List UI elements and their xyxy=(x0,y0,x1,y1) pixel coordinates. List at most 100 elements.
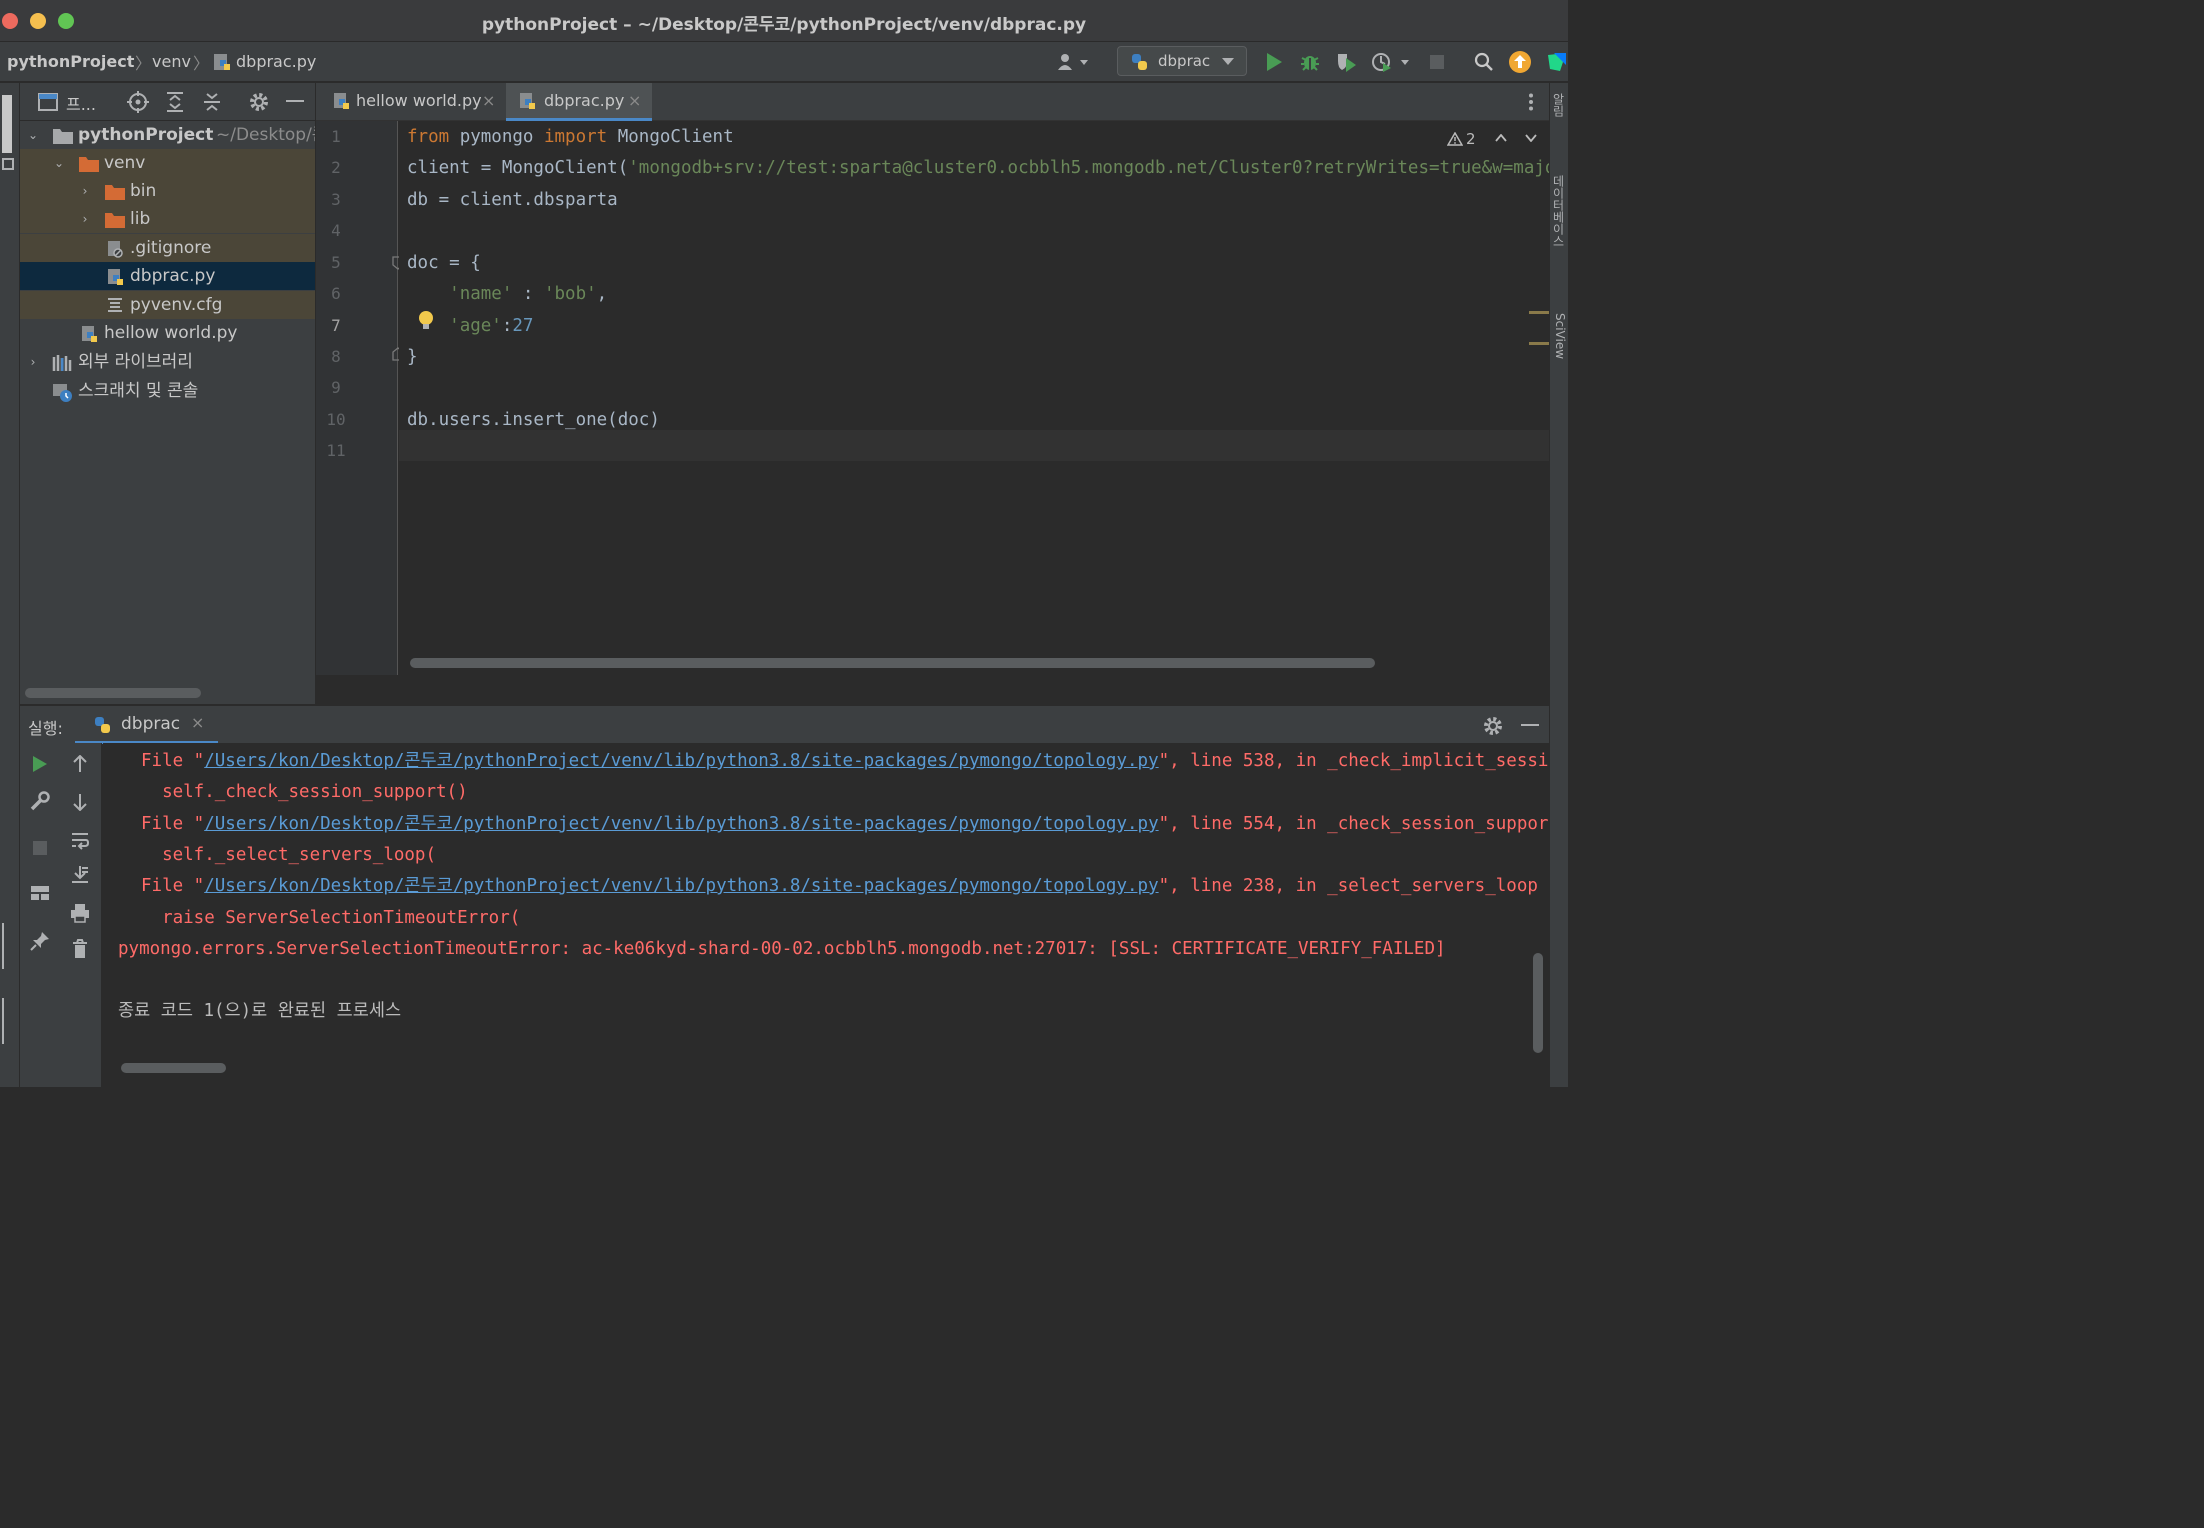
traceback-text: File " xyxy=(141,814,205,834)
profiler-icon[interactable] xyxy=(1370,50,1412,74)
search-icon[interactable] xyxy=(1472,50,1496,74)
file-link[interactable]: /Users/kon/Desktop/콘두코/pythonProject/ven… xyxy=(204,814,1158,834)
tree-item-project-root[interactable]: ⌄ pythonProject ~/Desktop/콘 xyxy=(20,121,315,149)
wrench-icon[interactable] xyxy=(30,791,50,811)
ignored-file-icon xyxy=(106,240,124,258)
number-literal: 27 xyxy=(512,316,534,336)
run-icon[interactable] xyxy=(1262,50,1286,74)
python-icon xyxy=(93,716,113,734)
trash-icon[interactable] xyxy=(72,939,88,959)
run-console[interactable]: File "/Users/kon/Desktop/콘두코/pythonProje… xyxy=(103,743,1549,1087)
warning-stripe[interactable] xyxy=(1529,342,1549,345)
console-vertical-scrollbar[interactable] xyxy=(1533,953,1543,1053)
expand-all-icon[interactable] xyxy=(165,91,185,113)
breadcrumb-separator: 〉 xyxy=(135,54,152,73)
debug-icon[interactable] xyxy=(1298,50,1322,74)
run-tab-dbprac[interactable]: dbprac × xyxy=(75,706,218,744)
line-number: 10 xyxy=(326,410,346,429)
gear-icon[interactable] xyxy=(248,91,270,113)
file-link[interactable]: /Users/kon/Desktop/콘두코/pythonProject/ven… xyxy=(204,876,1158,896)
project-panel-title[interactable]: 프... xyxy=(66,91,96,115)
code-line-2: client = MongoClient('mongodb+srv://test… xyxy=(407,153,1549,184)
notifications-tool-button[interactable]: 알림 xyxy=(1553,93,1567,153)
tree-item-lib[interactable]: › lib xyxy=(20,205,315,233)
structure-tool-button[interactable] xyxy=(2,923,14,969)
close-icon[interactable]: × xyxy=(482,83,495,119)
close-icon[interactable]: × xyxy=(628,83,641,119)
pin-icon[interactable] xyxy=(30,931,50,951)
keyword: import xyxy=(543,127,608,147)
chevron-down-icon[interactable]: ⌄ xyxy=(52,149,66,177)
tree-item-external-libraries[interactable]: › 외부 라이브러리 xyxy=(20,348,315,376)
scroll-to-end-icon[interactable] xyxy=(70,865,90,885)
line-number: 8 xyxy=(331,347,341,366)
gear-icon[interactable] xyxy=(1482,715,1504,737)
run-configuration-selector[interactable]: dbprac xyxy=(1117,46,1247,76)
tree-item-bin[interactable]: › bin xyxy=(20,177,315,205)
tree-item-gitignore[interactable]: .gitignore xyxy=(20,234,315,262)
arrow-up-icon[interactable] xyxy=(72,755,88,773)
close-icon[interactable]: × xyxy=(191,713,204,732)
code-text: : xyxy=(512,284,544,304)
chevron-down-icon[interactable]: ⌄ xyxy=(26,121,40,149)
project-panel-toolbar: 프... xyxy=(20,83,315,121)
tree-item-dbprac[interactable]: dbprac.py xyxy=(20,262,315,290)
code-editor[interactable]: from pymongo import MongoClient client =… xyxy=(399,121,1549,675)
breadcrumb-project[interactable]: pythonProject xyxy=(7,52,134,71)
editor-horizontal-scrollbar[interactable] xyxy=(410,658,1375,668)
stop-icon[interactable] xyxy=(32,840,48,856)
folder-icon xyxy=(52,127,74,145)
bookmarks-tool-button[interactable] xyxy=(2,998,14,1044)
tree-item-hellow-world[interactable]: hellow world.py xyxy=(20,319,315,347)
tree-item-scratches[interactable]: 스크래치 및 콘솔 xyxy=(20,377,315,405)
hide-panel-icon[interactable] xyxy=(286,100,304,102)
console-horizontal-scrollbar[interactable] xyxy=(121,1063,226,1073)
tab-hellow-world[interactable]: hellow world.py × xyxy=(320,83,500,121)
run-tab-label: dbprac xyxy=(121,714,181,734)
arrow-down-icon[interactable] xyxy=(72,793,88,811)
stop-icon[interactable] xyxy=(1425,50,1449,74)
inspection-widget[interactable]: 2 xyxy=(1447,129,1476,149)
config-file-icon xyxy=(106,297,124,315)
breadcrumb-venv[interactable]: venv xyxy=(152,52,191,71)
line-number: 1 xyxy=(331,127,341,146)
previous-highlight-icon[interactable] xyxy=(1495,134,1507,142)
line-number: 6 xyxy=(331,284,341,303)
file-link[interactable]: /Users/kon/Desktop/콘두코/pythonProject/ven… xyxy=(204,751,1158,771)
library-icon xyxy=(52,354,74,372)
warning-stripe[interactable] xyxy=(1529,311,1549,314)
code-text: : xyxy=(501,316,513,336)
chevron-right-icon[interactable]: › xyxy=(78,205,92,233)
sciview-tool-button[interactable]: SciView xyxy=(1553,313,1567,393)
database-tool-button[interactable]: 데이터베이스 xyxy=(1553,175,1567,295)
traceback-code-line: self._check_session_support() xyxy=(141,782,468,802)
jetbrains-logo-icon[interactable] xyxy=(1545,50,1568,74)
project-tool-window-button[interactable] xyxy=(2,95,12,153)
folder-icon xyxy=(104,183,126,201)
tab-dbprac[interactable]: dbprac.py × xyxy=(506,83,652,121)
chevron-right-icon[interactable]: › xyxy=(26,348,40,376)
update-icon[interactable] xyxy=(1508,50,1532,74)
vcs-user-icon[interactable] xyxy=(1054,50,1094,74)
rerun-icon[interactable] xyxy=(32,755,48,773)
project-tree-scrollbar[interactable] xyxy=(25,688,201,698)
layout-icon[interactable] xyxy=(30,885,50,901)
locate-file-icon[interactable] xyxy=(127,91,149,113)
chevron-right-icon[interactable]: › xyxy=(78,177,92,205)
soft-wrap-icon[interactable] xyxy=(70,830,90,850)
breadcrumb-file[interactable]: dbprac.py xyxy=(236,52,316,71)
next-highlight-icon[interactable] xyxy=(1525,134,1537,142)
warning-icon xyxy=(1447,132,1463,146)
tree-item-label: hellow world.py xyxy=(104,323,238,343)
hide-panel-icon[interactable] xyxy=(1521,724,1539,726)
coverage-icon[interactable] xyxy=(1334,50,1358,74)
tree-item-pyvenv[interactable]: pyvenv.cfg xyxy=(20,291,315,319)
tree-item-label: venv xyxy=(104,153,146,173)
print-icon[interactable] xyxy=(70,903,90,923)
lightbulb-icon[interactable] xyxy=(417,310,435,332)
tree-item-venv[interactable]: ⌄ venv xyxy=(20,149,315,177)
collapse-all-icon[interactable] xyxy=(202,91,222,113)
folder-icon xyxy=(104,211,126,229)
more-options-icon[interactable] xyxy=(1528,93,1534,111)
